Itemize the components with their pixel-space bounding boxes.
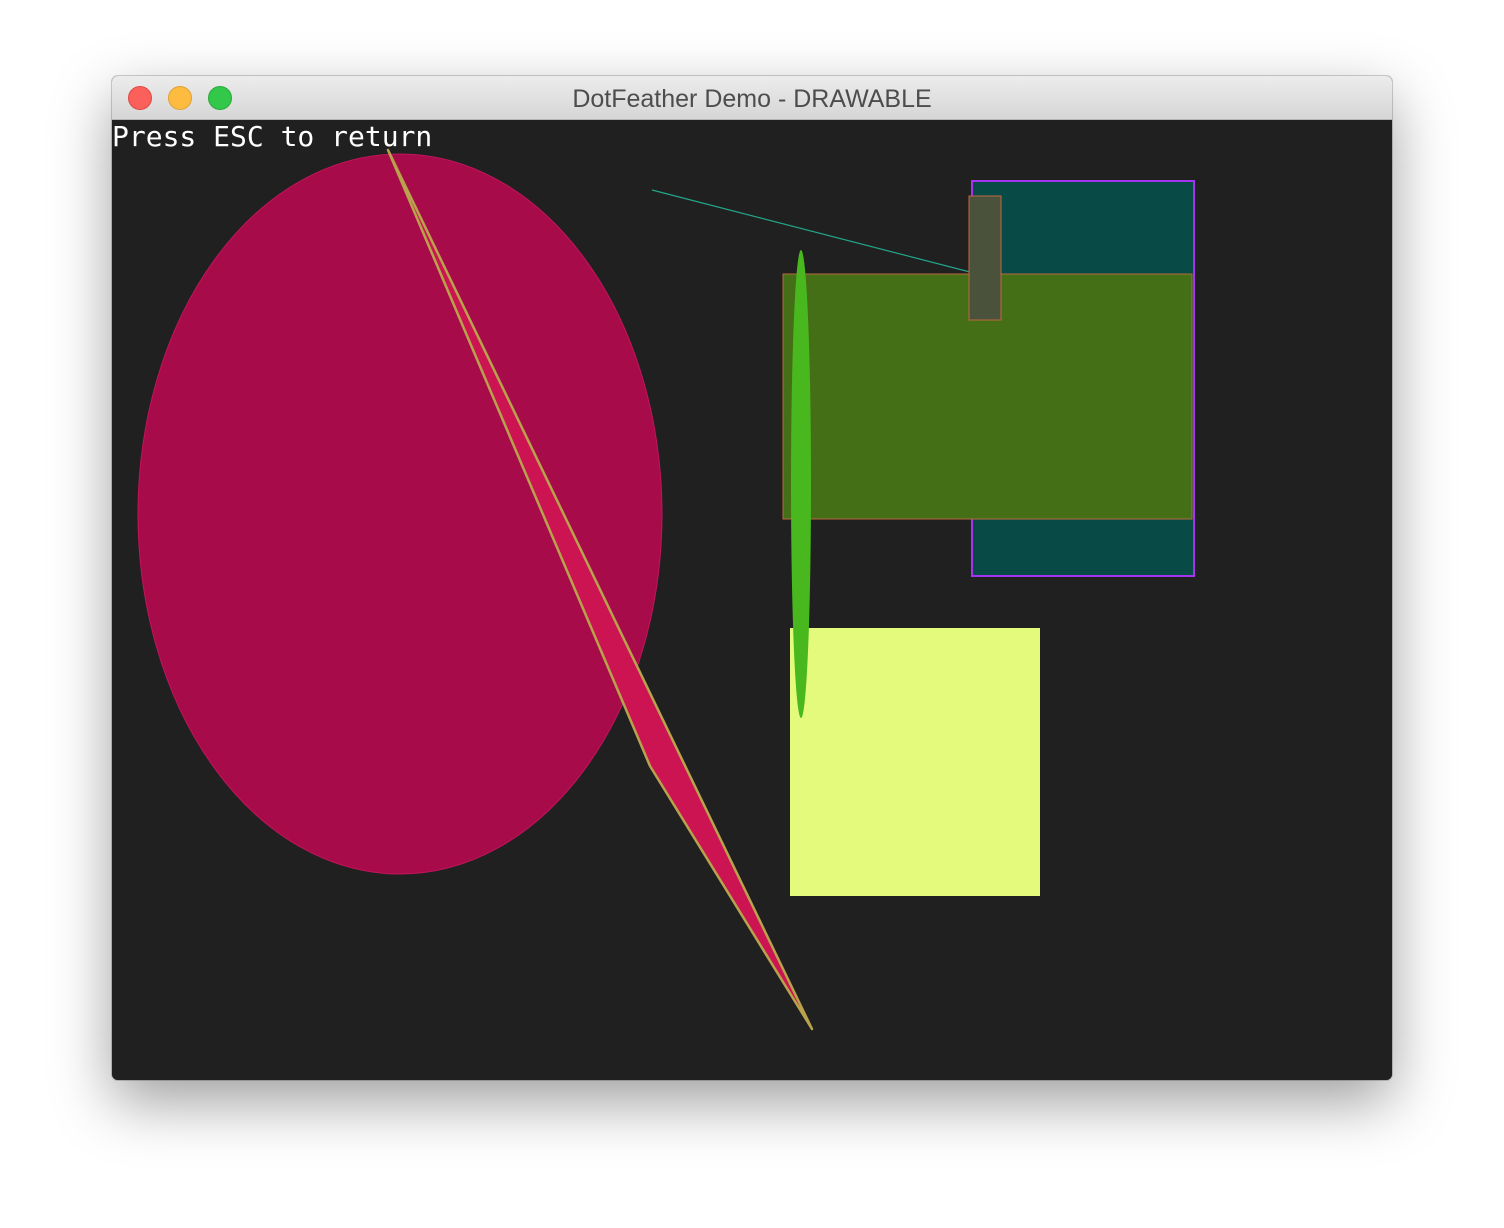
yellow-rectangle (790, 628, 1040, 896)
esc-hint-text: Press ESC to return (112, 120, 433, 153)
window-title: DotFeather Demo - DRAWABLE (572, 85, 932, 113)
drawable-scene (137, 148, 1195, 1031)
app-window: DotFeather Demo - DRAWABLE Press ESC to … (112, 76, 1392, 1080)
drawing-canvas[interactable]: Press ESC to return (112, 120, 1392, 1080)
teal-line (651, 189, 971, 273)
title-bar[interactable]: DotFeather Demo - DRAWABLE (112, 76, 1392, 120)
small-gray-rectangle (968, 195, 1002, 321)
pink-ellipse (137, 153, 663, 875)
green-ellipse (791, 250, 811, 718)
